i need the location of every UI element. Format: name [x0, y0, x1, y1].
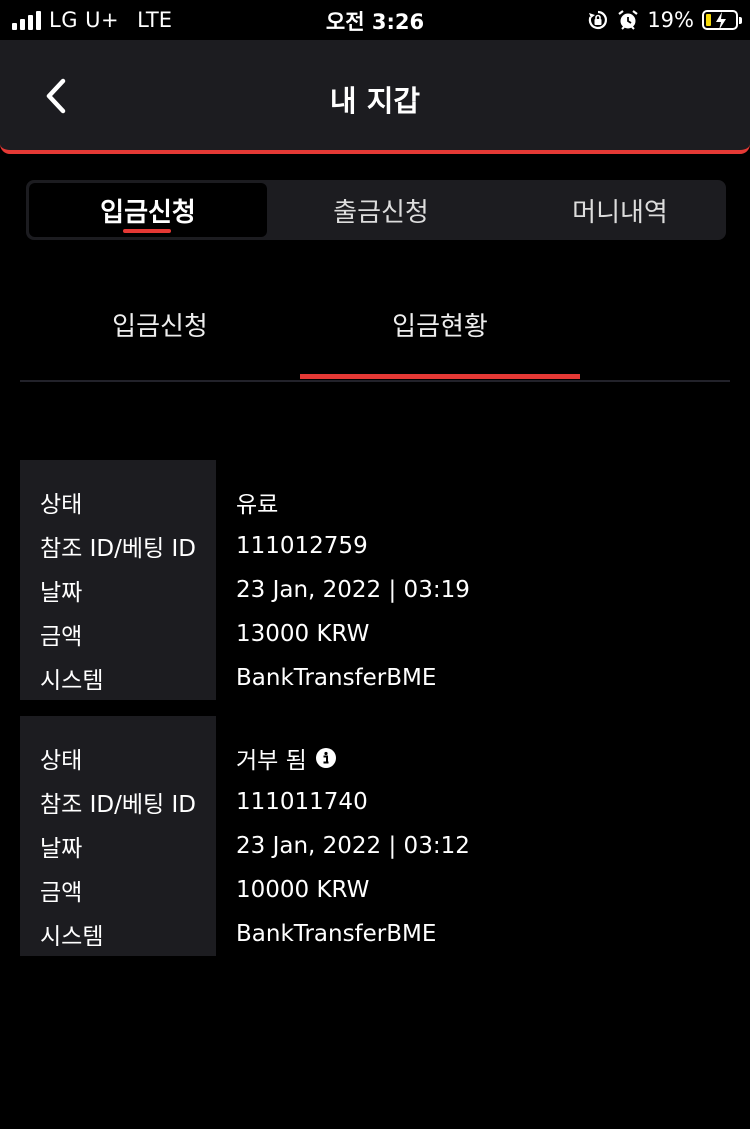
- battery-charging-icon: [702, 10, 742, 30]
- tab-label: 머니내역: [572, 197, 668, 228]
- tab-deposit-request[interactable]: 입금신청: [29, 183, 267, 237]
- row-label: 상태: [40, 492, 83, 518]
- row-label: 금액: [40, 880, 83, 906]
- row-value: 13000 KRW: [236, 621, 370, 647]
- app-header: 내 지갑: [0, 40, 750, 154]
- record-row-system: 시스템 BankTransferBME: [20, 656, 730, 700]
- deposit-record: 상태 유료 참조 ID/베팅 ID 111012759 날짜 23 Jan, 2…: [20, 460, 730, 700]
- record-row-system: 시스템 BankTransferBME: [20, 912, 730, 956]
- row-value: BankTransferBME: [236, 921, 437, 947]
- subtab-label: 입금현황: [392, 312, 488, 342]
- record-row-amount: 금액 13000 KRW: [20, 612, 730, 656]
- page-title: 내 지갑: [329, 84, 421, 118]
- subtab-deposit-status[interactable]: 입금현황: [300, 290, 580, 379]
- status-bar: LG U+ LTE 오전 3:26 19%: [0, 0, 750, 40]
- row-value: 10000 KRW: [236, 877, 370, 903]
- row-value: 23 Jan, 2022 | 03:19: [236, 577, 470, 603]
- row-value: 거부 됨: [236, 748, 307, 774]
- row-value-container: 거부 됨: [236, 741, 337, 775]
- record-row-amount: 금액 10000 KRW: [20, 868, 730, 912]
- row-value: 유료: [236, 492, 279, 518]
- tab-money-history[interactable]: 머니내역: [501, 183, 739, 237]
- alarm-icon: [618, 10, 638, 30]
- battery-percent: 19%: [647, 8, 694, 32]
- deposit-subtabs: 입금신청 입금현황: [20, 290, 730, 382]
- row-value: 111011740: [236, 789, 368, 815]
- row-label: 날짜: [40, 580, 83, 606]
- wallet-tabs: 입금신청 출금신청 머니내역: [26, 180, 726, 240]
- active-tab-indicator: [123, 229, 171, 233]
- tab-label: 입금신청: [100, 197, 196, 228]
- row-label: 시스템: [40, 668, 104, 694]
- record-row-date: 날짜 23 Jan, 2022 | 03:12: [20, 824, 730, 868]
- rotation-lock-icon: [589, 10, 608, 30]
- record-row-status: 상태 유료: [20, 480, 730, 524]
- row-value: 23 Jan, 2022 | 03:12: [236, 833, 470, 859]
- record-row-reference-id: 참조 ID/베팅 ID 111011740: [20, 780, 730, 824]
- tab-withdrawal-request[interactable]: 출금신청: [262, 183, 500, 237]
- record-row-reference-id: 참조 ID/베팅 ID 111012759: [20, 524, 730, 568]
- row-label: 참조 ID/베팅 ID: [40, 792, 196, 818]
- row-value: BankTransferBME: [236, 665, 437, 691]
- tab-label: 출금신청: [333, 197, 429, 228]
- subtab-deposit-request[interactable]: 입금신청: [20, 290, 300, 378]
- info-icon[interactable]: [315, 747, 337, 769]
- row-value: 111012759: [236, 533, 368, 559]
- row-label: 참조 ID/베팅 ID: [40, 536, 196, 562]
- row-label: 날짜: [40, 836, 83, 862]
- row-label: 금액: [40, 624, 83, 650]
- row-label: 시스템: [40, 924, 104, 950]
- status-right: 19%: [587, 6, 742, 34]
- record-row-status: 상태 거부 됨: [20, 736, 730, 780]
- record-row-date: 날짜 23 Jan, 2022 | 03:19: [20, 568, 730, 612]
- subtab-label: 입금신청: [112, 312, 208, 342]
- deposit-record: 상태 거부 됨 참조 ID/베팅 ID 111011740 날짜 23 Jan,…: [20, 716, 730, 956]
- row-label: 상태: [40, 748, 83, 774]
